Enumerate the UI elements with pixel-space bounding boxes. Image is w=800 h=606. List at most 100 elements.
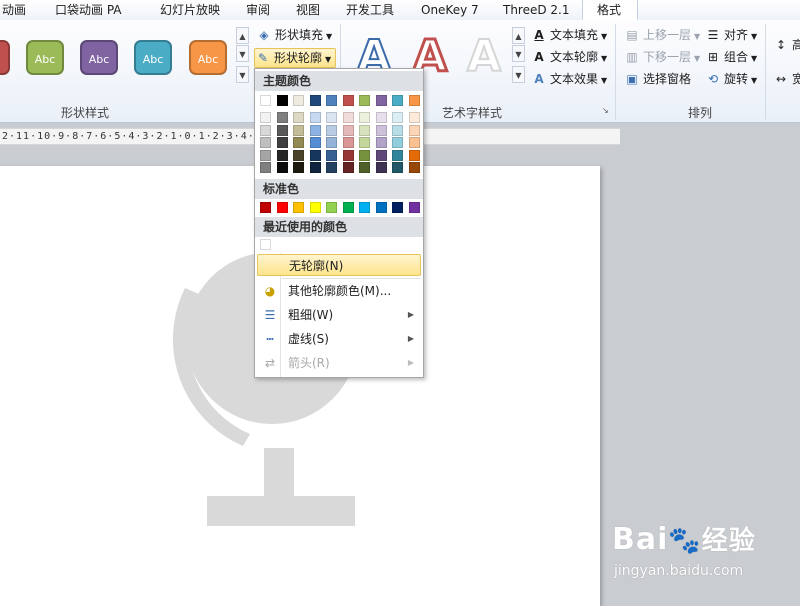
- shape-style-preset-green[interactable]: Abc: [26, 40, 64, 75]
- theme-color-shade-swatch[interactable]: [375, 137, 387, 148]
- theme-color-shade-swatch[interactable]: [408, 137, 420, 148]
- theme-color-shade-swatch[interactable]: [342, 112, 354, 123]
- bring-forward-button[interactable]: ▤ 上移一层 ▼: [624, 26, 700, 44]
- theme-color-shade-swatch[interactable]: [375, 112, 387, 123]
- rotate-button[interactable]: ⟲ 旋转 ▼: [705, 70, 757, 88]
- text-effects-button[interactable]: A 文本效果 ▼: [531, 70, 607, 88]
- theme-color-shade-swatch[interactable]: [293, 124, 304, 136]
- text-outline-button[interactable]: A 文本轮廓 ▼: [531, 48, 607, 66]
- theme-color-shade-swatch[interactable]: [276, 149, 288, 161]
- theme-color-shade-swatch[interactable]: [359, 162, 370, 173]
- theme-color-shade-swatch[interactable]: [342, 124, 354, 136]
- theme-color-shade-swatch[interactable]: [309, 124, 321, 136]
- theme-color-shade-swatch[interactable]: [359, 137, 370, 148]
- tab-developer[interactable]: 开发工具: [346, 0, 394, 20]
- recent-color-swatch[interactable]: [260, 239, 271, 250]
- theme-color-swatch[interactable]: [309, 95, 321, 106]
- standard-color-swatch[interactable]: [326, 202, 337, 213]
- standard-color-swatch[interactable]: [309, 202, 321, 213]
- wordart-scroll-down-button[interactable]: ▼: [512, 45, 525, 62]
- theme-color-swatch[interactable]: [359, 95, 370, 106]
- theme-color-shade-swatch[interactable]: [392, 162, 403, 173]
- theme-color-swatch[interactable]: [293, 95, 304, 106]
- tab-threed[interactable]: ThreeD 2.1: [503, 0, 570, 20]
- theme-color-swatch[interactable]: [342, 95, 354, 106]
- tab-slideshow[interactable]: 幻灯片放映: [160, 0, 220, 20]
- theme-color-shade-swatch[interactable]: [392, 124, 403, 136]
- height-field[interactable]: ↕ 高: [773, 36, 800, 54]
- theme-color-shade-swatch[interactable]: [260, 124, 271, 136]
- theme-color-swatch[interactable]: [392, 95, 403, 106]
- theme-color-shade-swatch[interactable]: [276, 112, 288, 123]
- gallery-scroll-up-button[interactable]: ▲: [236, 27, 249, 44]
- shape-fill-button[interactable]: ◈ 形状填充 ▼: [256, 26, 332, 44]
- tab-pocket-animation[interactable]: 口袋动画 PA: [55, 0, 122, 20]
- theme-color-shade-swatch[interactable]: [276, 137, 288, 148]
- theme-color-shade-swatch[interactable]: [359, 112, 370, 123]
- theme-color-shade-swatch[interactable]: [260, 112, 271, 123]
- dashes-menu-item[interactable]: ┅ 虚线(S) ▶: [257, 328, 421, 350]
- tab-onekey[interactable]: OneKey 7: [421, 0, 479, 20]
- standard-color-swatch[interactable]: [408, 202, 420, 213]
- wordart-more-button[interactable]: ▼: [512, 66, 525, 83]
- standard-color-swatch[interactable]: [260, 202, 271, 213]
- theme-color-shade-swatch[interactable]: [276, 124, 288, 136]
- standard-color-swatch[interactable]: [359, 202, 370, 213]
- theme-color-shade-swatch[interactable]: [392, 137, 403, 148]
- theme-color-shade-swatch[interactable]: [260, 149, 271, 161]
- weight-menu-item[interactable]: ☰ 粗细(W) ▶: [257, 304, 421, 326]
- theme-color-shade-swatch[interactable]: [408, 162, 420, 173]
- theme-color-swatch[interactable]: [276, 95, 288, 106]
- dialog-launcher-icon[interactable]: ↘: [602, 106, 609, 115]
- theme-color-shade-swatch[interactable]: [260, 137, 271, 148]
- shape-style-preset-red[interactable]: [0, 40, 10, 75]
- send-backward-button[interactable]: ▥ 下移一层 ▼: [624, 48, 700, 66]
- theme-color-shade-swatch[interactable]: [408, 112, 420, 123]
- theme-color-shade-swatch[interactable]: [309, 112, 321, 123]
- theme-color-shade-swatch[interactable]: [359, 149, 370, 161]
- theme-color-shade-swatch[interactable]: [293, 112, 304, 123]
- tab-animation[interactable]: 动画: [2, 0, 26, 20]
- shape-style-preset-purple[interactable]: Abc: [80, 40, 118, 75]
- wordart-scroll-up-button[interactable]: ▲: [512, 27, 525, 44]
- shape-outline-button[interactable]: ✎ 形状轮廓 ▼: [254, 48, 337, 68]
- theme-color-shade-swatch[interactable]: [326, 124, 337, 136]
- theme-color-shade-swatch[interactable]: [326, 149, 337, 161]
- theme-color-swatch[interactable]: [408, 95, 420, 106]
- width-field[interactable]: ↔ 宽: [773, 70, 800, 88]
- arrows-menu-item[interactable]: ⇄ 箭头(R) ▶: [257, 352, 421, 374]
- theme-color-shade-swatch[interactable]: [408, 124, 420, 136]
- theme-color-shade-swatch[interactable]: [375, 124, 387, 136]
- standard-color-swatch[interactable]: [276, 202, 288, 213]
- theme-color-swatch[interactable]: [260, 95, 271, 106]
- standard-color-swatch[interactable]: [392, 202, 403, 213]
- text-fill-button[interactable]: A 文本填充 ▼: [531, 26, 607, 44]
- theme-color-shade-swatch[interactable]: [326, 137, 337, 148]
- theme-color-shade-swatch[interactable]: [276, 162, 288, 173]
- theme-color-swatch[interactable]: [375, 95, 387, 106]
- theme-color-shade-swatch[interactable]: [342, 137, 354, 148]
- theme-color-shade-swatch[interactable]: [326, 162, 337, 173]
- align-button[interactable]: ☰ 对齐 ▼: [705, 26, 758, 44]
- shape-style-preset-orange[interactable]: Abc: [189, 40, 227, 75]
- gallery-scroll-down-button[interactable]: ▼: [236, 45, 249, 62]
- tab-view[interactable]: 视图: [296, 0, 320, 20]
- theme-color-shade-swatch[interactable]: [293, 149, 304, 161]
- theme-color-shade-swatch[interactable]: [309, 162, 321, 173]
- wordart-sample-white[interactable]: A: [466, 34, 502, 80]
- theme-color-shade-swatch[interactable]: [359, 124, 370, 136]
- theme-color-shade-swatch[interactable]: [392, 149, 403, 161]
- theme-color-shade-swatch[interactable]: [392, 112, 403, 123]
- theme-color-shade-swatch[interactable]: [326, 112, 337, 123]
- theme-color-shade-swatch[interactable]: [408, 149, 420, 161]
- no-outline-menu-item[interactable]: 无轮廓(N): [257, 254, 421, 276]
- tab-format[interactable]: 格式: [582, 0, 638, 20]
- shape-style-preset-teal[interactable]: Abc: [134, 40, 172, 75]
- standard-color-swatch[interactable]: [342, 202, 354, 213]
- theme-color-shade-swatch[interactable]: [375, 149, 387, 161]
- theme-color-shade-swatch[interactable]: [309, 137, 321, 148]
- theme-color-shade-swatch[interactable]: [342, 162, 354, 173]
- theme-color-swatch[interactable]: [326, 95, 337, 106]
- theme-color-shade-swatch[interactable]: [375, 162, 387, 173]
- theme-color-shade-swatch[interactable]: [342, 149, 354, 161]
